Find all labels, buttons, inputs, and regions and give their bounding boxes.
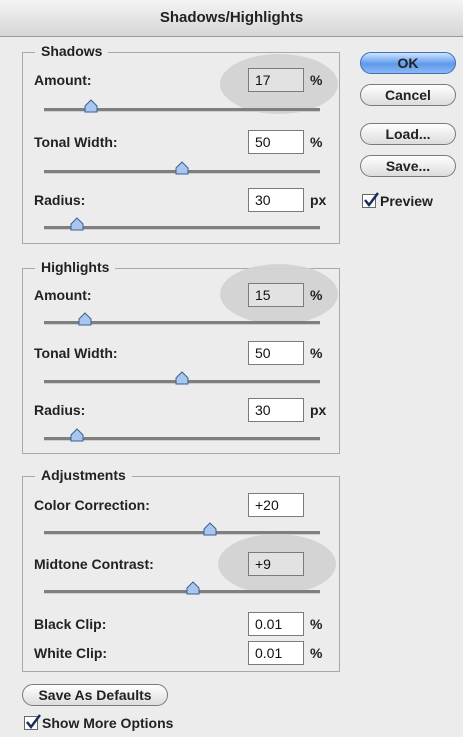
highlights-amount-slider[interactable] <box>44 312 320 326</box>
midtone-contrast-field[interactable]: +9 <box>248 552 304 576</box>
shadows-tonal-width-label: Tonal Width: <box>34 134 118 150</box>
window-title: Shadows/Highlights <box>0 0 463 37</box>
highlights-radius-slider[interactable] <box>44 428 320 442</box>
highlights-legend: Highlights <box>35 259 116 275</box>
cancel-button[interactable]: Cancel <box>360 84 456 106</box>
slider-thumb-icon[interactable] <box>70 217 84 231</box>
highlights-tonal-width-slider[interactable] <box>44 371 320 385</box>
white-clip-label: White Clip: <box>34 645 108 661</box>
save-as-defaults-button[interactable]: Save As Defaults <box>22 684 168 706</box>
highlights-amount-field[interactable]: 15 <box>248 283 304 307</box>
shadows-amount-slider[interactable] <box>44 99 320 113</box>
preview-label[interactable]: Preview <box>380 193 433 209</box>
preview-checkbox[interactable] <box>362 192 379 208</box>
slider-thumb-icon[interactable] <box>78 312 92 326</box>
black-clip-field[interactable]: 0.01 <box>248 612 304 636</box>
highlights-radius-label: Radius: <box>34 402 86 418</box>
shadows-tonal-width-slider[interactable] <box>44 161 320 175</box>
save-button[interactable]: Save... <box>360 155 456 177</box>
adjustments-legend: Adjustments <box>35 467 132 483</box>
shadows-radius-label: Radius: <box>34 192 86 208</box>
slider-thumb-icon[interactable] <box>70 428 84 442</box>
black-clip-label: Black Clip: <box>34 616 107 632</box>
shadows-radius-unit: px <box>310 192 327 208</box>
white-clip-unit: % <box>310 645 323 661</box>
ok-button[interactable]: OK <box>360 52 456 74</box>
slider-thumb-icon[interactable] <box>186 581 200 595</box>
shadows-amount-label: Amount: <box>34 72 92 88</box>
shadows-legend: Shadows <box>35 43 109 59</box>
shadows-radius-field[interactable]: 30 <box>248 188 304 212</box>
shadows-tonal-width-unit: % <box>310 134 323 150</box>
highlights-amount-label: Amount: <box>34 287 92 303</box>
shadows-radius-slider[interactable] <box>44 217 320 231</box>
slider-thumb-icon[interactable] <box>175 161 189 175</box>
black-clip-unit: % <box>310 616 323 632</box>
midtone-contrast-label: Midtone Contrast: <box>34 556 154 572</box>
highlights-radius-field[interactable]: 30 <box>248 398 304 422</box>
slider-thumb-icon[interactable] <box>84 99 98 113</box>
slider-thumb-icon[interactable] <box>203 522 217 536</box>
checkmark-icon <box>26 714 41 730</box>
color-correction-field[interactable]: +20 <box>248 493 304 517</box>
show-more-options-label[interactable]: Show More Options <box>42 715 173 731</box>
checkmark-icon <box>364 192 379 208</box>
highlights-amount-unit: % <box>310 287 323 303</box>
slider-thumb-icon[interactable] <box>175 371 189 385</box>
color-correction-label: Color Correction: <box>34 497 150 513</box>
load-button[interactable]: Load... <box>360 123 456 145</box>
show-more-options-checkbox[interactable] <box>24 714 41 730</box>
shadows-tonal-width-field[interactable]: 50 <box>248 130 304 154</box>
highlights-tonal-width-field[interactable]: 50 <box>248 341 304 365</box>
highlights-radius-unit: px <box>310 402 327 418</box>
midtone-contrast-slider[interactable] <box>44 581 320 595</box>
shadows-amount-field[interactable]: 17 <box>248 68 304 92</box>
white-clip-field[interactable]: 0.01 <box>248 641 304 665</box>
highlights-tonal-width-unit: % <box>310 345 323 361</box>
highlights-tonal-width-label: Tonal Width: <box>34 345 118 361</box>
shadows-amount-unit: % <box>310 72 323 88</box>
